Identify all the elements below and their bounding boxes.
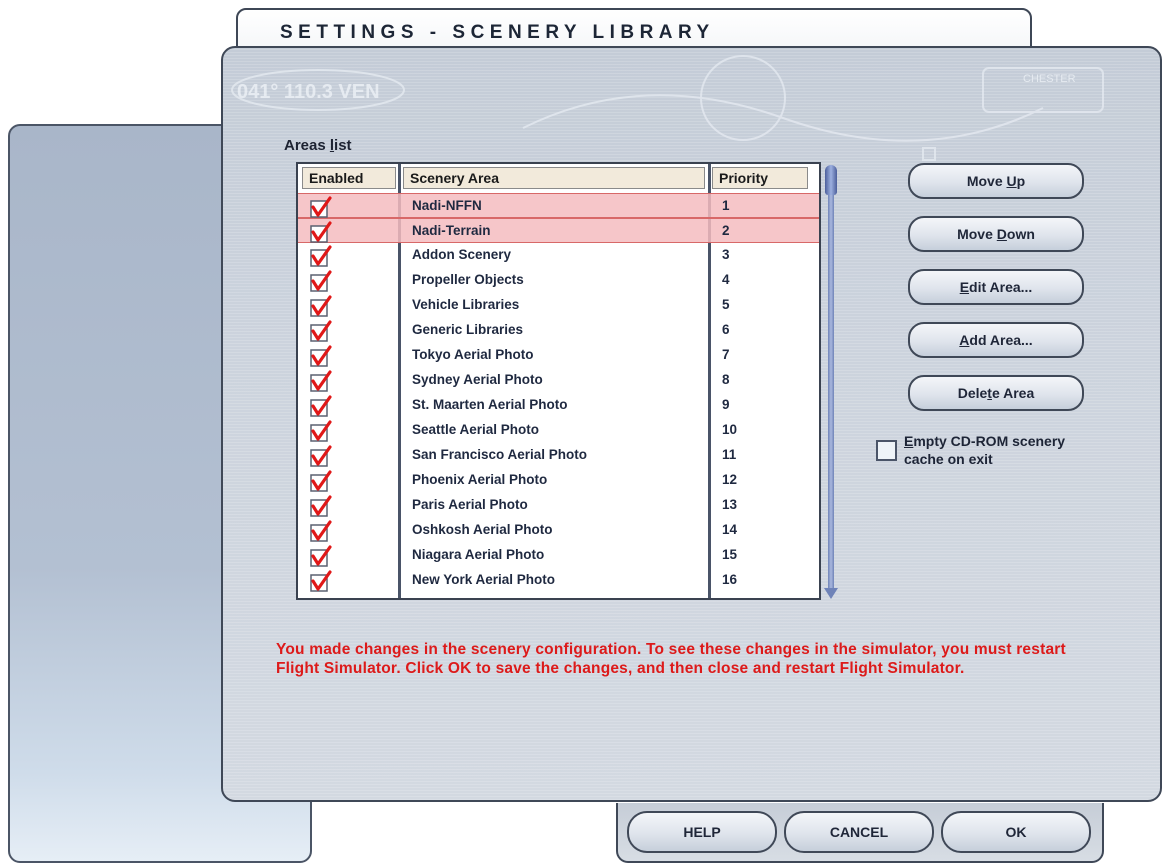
scenery-area-name: Phoenix Aerial Photo bbox=[412, 472, 548, 487]
areas-list-label: Areas list bbox=[284, 137, 352, 154]
enabled-checkbox[interactable] bbox=[310, 495, 332, 517]
scenery-area-name: Nadi-NFFN bbox=[412, 198, 482, 213]
scroll-down-arrow-icon[interactable] bbox=[824, 588, 838, 599]
enabled-checkbox[interactable] bbox=[310, 370, 332, 392]
scenery-area-name: Generic Libraries bbox=[412, 322, 524, 337]
scenery-area-priority: 4 bbox=[722, 272, 730, 287]
watermark-city: CHESTER bbox=[1023, 73, 1076, 85]
scenery-area-priority: 2 bbox=[722, 223, 730, 238]
enabled-checkbox[interactable] bbox=[310, 245, 332, 267]
scenery-area-name: Addon Scenery bbox=[412, 247, 512, 262]
watermark-frequency: 041° 110.3 VEN bbox=[237, 81, 380, 103]
enabled-checkbox[interactable] bbox=[310, 470, 332, 492]
chart-watermark: 041° 110.3 VEN CHESTER bbox=[231, 55, 1104, 161]
enabled-checkbox[interactable] bbox=[310, 420, 332, 442]
empty-cache-label[interactable]: Empty CD-ROM scenery cache on exit bbox=[904, 432, 1114, 468]
table-row[interactable]: Seattle Aerial Photo 10 bbox=[298, 418, 819, 443]
move-up-button[interactable]: Move Up bbox=[908, 163, 1084, 199]
table-row[interactable]: Nadi-NFFN 1 bbox=[298, 193, 819, 218]
scenery-area-priority: 5 bbox=[722, 297, 730, 312]
table-row[interactable]: Phoenix Aerial Photo 12 bbox=[298, 468, 819, 493]
scenery-area-priority: 14 bbox=[722, 522, 738, 537]
enabled-checkbox[interactable] bbox=[310, 221, 332, 243]
scenery-area-name: Vehicle Libraries bbox=[412, 297, 520, 312]
enabled-checkbox[interactable] bbox=[310, 395, 332, 417]
scenery-area-name: Tokyo Aerial Photo bbox=[412, 347, 534, 362]
table-row[interactable]: Nadi-Terrain 2 bbox=[298, 218, 819, 243]
enabled-checkbox[interactable] bbox=[310, 570, 332, 592]
table-row[interactable]: Sydney Aerial Photo 8 bbox=[298, 368, 819, 393]
scenery-area-priority: 11 bbox=[722, 447, 737, 462]
scenery-area-name: St. Maarten Aerial Photo bbox=[412, 397, 568, 412]
scenery-area-name: Nadi-Terrain bbox=[412, 223, 491, 238]
scenery-area-priority: 13 bbox=[722, 497, 738, 512]
window-title: SETTINGS - SCENERY LIBRARY bbox=[280, 22, 715, 43]
scenery-area-priority: 1 bbox=[722, 198, 730, 213]
areas-table[interactable]: Enabled Scenery Area Priority Nadi-NFFN 1… bbox=[296, 162, 821, 600]
column-header-scenery-area[interactable]: Scenery Area bbox=[403, 167, 705, 189]
edit-area-button[interactable]: Edit Area... bbox=[908, 269, 1084, 305]
column-header-priority[interactable]: Priority bbox=[712, 167, 808, 189]
scenery-area-priority: 10 bbox=[722, 422, 738, 437]
add-area-button[interactable]: Add Area... bbox=[908, 322, 1084, 358]
scenery-area-name: New York Aerial Photo bbox=[412, 572, 556, 587]
enabled-checkbox[interactable] bbox=[310, 520, 332, 542]
scenery-area-name: San Francisco Aerial Photo bbox=[412, 447, 588, 462]
scenery-area-priority: 16 bbox=[722, 572, 738, 587]
empty-cache-checkbox[interactable] bbox=[876, 440, 897, 461]
scenery-area-priority: 8 bbox=[722, 372, 730, 387]
move-down-button[interactable]: Move Down bbox=[908, 216, 1084, 252]
scenery-area-name: Seattle Aerial Photo bbox=[412, 422, 540, 437]
delete-area-button[interactable]: Delete Area bbox=[908, 375, 1084, 411]
help-button[interactable]: HELP bbox=[627, 811, 777, 853]
table-row[interactable]: Addon Scenery 3 bbox=[298, 243, 819, 268]
scenery-area-priority: 15 bbox=[722, 547, 738, 562]
table-row[interactable]: Generic Libraries 6 bbox=[298, 318, 819, 343]
scenery-area-priority: 6 bbox=[722, 322, 730, 337]
table-row[interactable]: Niagara Aerial Photo 15 bbox=[298, 543, 819, 568]
enabled-checkbox[interactable] bbox=[310, 345, 332, 367]
scrollbar-track[interactable] bbox=[828, 165, 834, 593]
table-row[interactable]: Paris Aerial Photo 13 bbox=[298, 493, 819, 518]
enabled-checkbox[interactable] bbox=[310, 196, 332, 218]
table-row[interactable]: Oshkosh Aerial Photo 14 bbox=[298, 518, 819, 543]
enabled-checkbox[interactable] bbox=[310, 320, 332, 342]
table-row[interactable]: Tokyo Aerial Photo 7 bbox=[298, 343, 819, 368]
column-header-enabled[interactable]: Enabled bbox=[302, 167, 396, 189]
scenery-area-priority: 7 bbox=[722, 347, 730, 362]
table-row[interactable]: Propeller Objects 4 bbox=[298, 268, 819, 293]
enabled-checkbox[interactable] bbox=[310, 295, 332, 317]
ok-button[interactable]: OK bbox=[941, 811, 1091, 853]
scenery-area-name: Niagara Aerial Photo bbox=[412, 547, 545, 562]
scenery-area-name: Paris Aerial Photo bbox=[412, 497, 528, 512]
scenery-area-priority: 3 bbox=[722, 247, 730, 262]
table-row[interactable]: St. Maarten Aerial Photo 9 bbox=[298, 393, 819, 418]
enabled-checkbox[interactable] bbox=[310, 545, 332, 567]
scenery-area-name: Propeller Objects bbox=[412, 272, 524, 287]
table-row[interactable]: Vehicle Libraries 5 bbox=[298, 293, 819, 318]
enabled-checkbox[interactable] bbox=[310, 270, 332, 292]
scenery-area-priority: 9 bbox=[722, 397, 730, 412]
scenery-area-name: Sydney Aerial Photo bbox=[412, 372, 543, 387]
cancel-button[interactable]: CANCEL bbox=[784, 811, 934, 853]
table-row[interactable]: New York Aerial Photo 16 bbox=[298, 568, 819, 593]
scenery-area-priority: 12 bbox=[722, 472, 738, 487]
scenery-area-name: Oshkosh Aerial Photo bbox=[412, 522, 553, 537]
scrollbar-thumb[interactable] bbox=[825, 165, 837, 195]
table-row[interactable]: San Francisco Aerial Photo 11 bbox=[298, 443, 819, 468]
enabled-checkbox[interactable] bbox=[310, 445, 332, 467]
restart-warning: You made changes in the scenery configur… bbox=[276, 641, 1066, 677]
